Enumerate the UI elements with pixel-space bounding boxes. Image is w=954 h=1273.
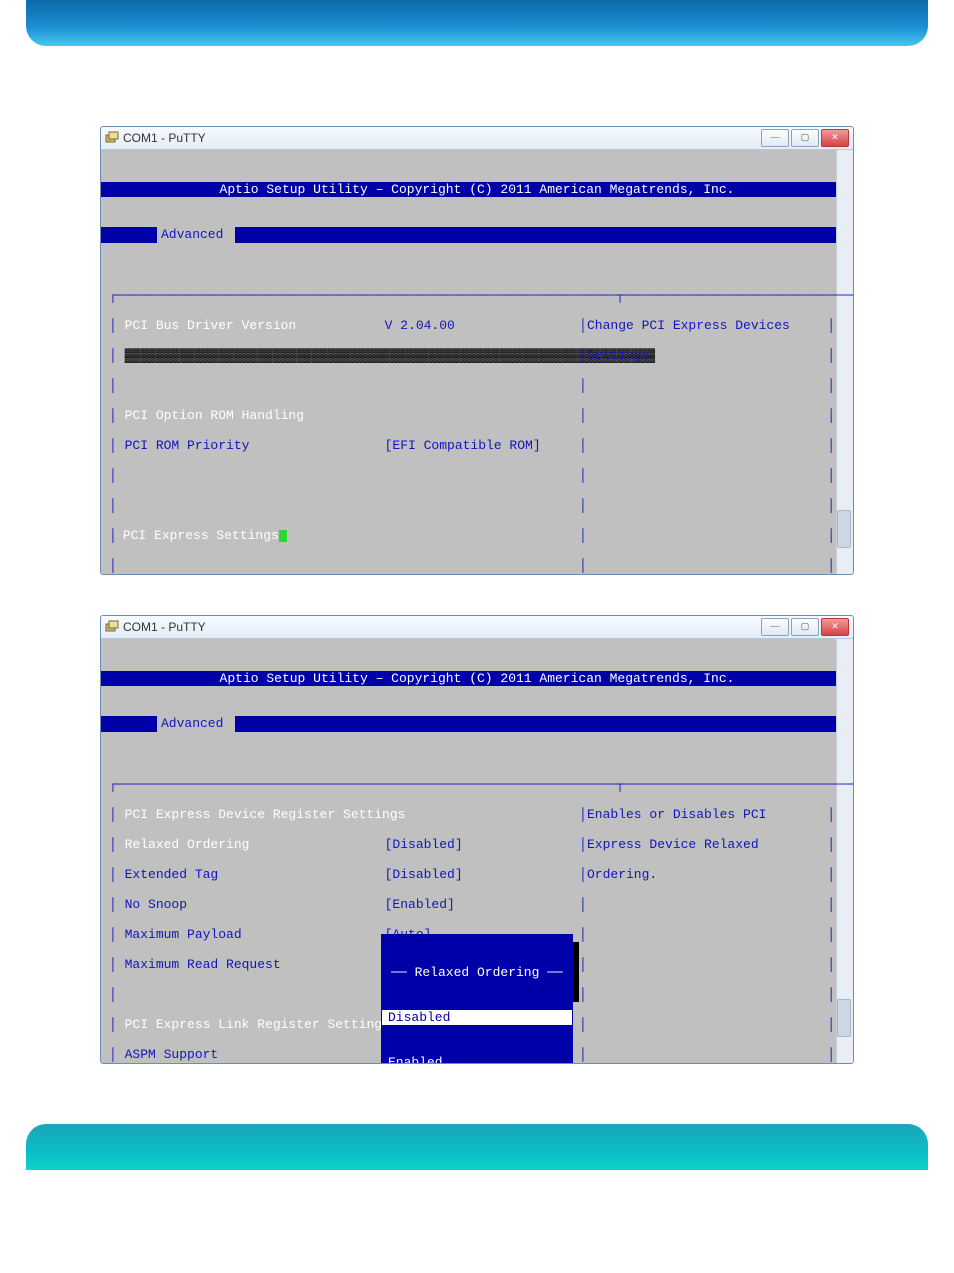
- minimize-button[interactable]: —: [761, 129, 789, 147]
- section-link-register: PCI Express Link Register Settings: [125, 1017, 390, 1032]
- label-pci-bus-driver: PCI Bus Driver Version: [125, 318, 385, 333]
- page-header-band: [26, 0, 928, 46]
- bios-header-2: Aptio Setup Utility – Copyright (C) 2011…: [101, 671, 853, 686]
- putty-window-1: COM1 - PuTTY — ▢ ✕ Aptio Setup Utility –…: [100, 126, 854, 575]
- titlebar[interactable]: COM1 - PuTTY — ▢ ✕: [101, 127, 853, 150]
- value-pci-rom-priority[interactable]: [EFI Compatible ROM]: [385, 438, 541, 453]
- popup-title: ── Relaxed Ordering ──: [382, 965, 572, 980]
- label-pci-option-rom: PCI Option ROM Handling: [125, 408, 385, 423]
- close-button[interactable]: ✕: [821, 129, 849, 147]
- value-relaxed-ordering[interactable]: [Disabled]: [385, 837, 463, 852]
- maximize-button[interactable]: ▢: [791, 129, 819, 147]
- putty-icon: [105, 620, 119, 634]
- tab-advanced-2[interactable]: Advanced: [157, 716, 235, 732]
- label-pci-rom-priority[interactable]: PCI ROM Priority: [125, 438, 385, 453]
- item-no-snoop[interactable]: No Snoop: [125, 897, 385, 912]
- popup-relaxed-ordering: ── Relaxed Ordering ── Disabled Enabled …: [381, 934, 573, 1064]
- help2-1: Enables or Disables PCI: [587, 807, 766, 822]
- item-max-read-request[interactable]: Maximum Read Request: [125, 957, 385, 972]
- page-footer-band: [26, 1124, 928, 1170]
- item-max-payload[interactable]: Maximum Payload: [125, 927, 385, 942]
- popup-option-enabled[interactable]: Enabled: [382, 1055, 572, 1064]
- item-aspm[interactable]: ASPM Support: [125, 1047, 385, 1062]
- tab-row: Advanced: [101, 227, 853, 243]
- item-pci-express-settings[interactable]: │ PCI Express Settings││: [109, 528, 835, 543]
- value-extended-tag[interactable]: [Disabled]: [385, 867, 463, 882]
- item-relaxed-ordering[interactable]: Relaxed Ordering: [125, 837, 385, 852]
- help-line-1: Change PCI Express Devices: [587, 318, 790, 333]
- help2-2: Express Device Relaxed: [587, 837, 759, 852]
- cursor-icon: [279, 530, 287, 542]
- popup-option-disabled[interactable]: Disabled: [382, 1010, 572, 1025]
- section-device-register: PCI Express Device Register Settings: [125, 807, 406, 822]
- item-extended-tag[interactable]: Extended Tag: [125, 867, 385, 882]
- maximize-button[interactable]: ▢: [791, 618, 819, 636]
- blockbar: ▓▓▓▓▓▓▓▓▓▓▓▓▓▓▓▓▓▓▓▓▓▓▓▓▓▓▓▓▓▓▓▓▓▓▓▓▓▓▓▓…: [125, 348, 656, 363]
- value-pci-bus-driver: V 2.04.00: [385, 318, 455, 333]
- help-line-2: Settings.: [587, 348, 657, 363]
- value-no-snoop[interactable]: [Enabled]: [385, 897, 455, 912]
- window-title-2: COM1 - PuTTY: [123, 620, 206, 634]
- putty-window-2: COM1 - PuTTY — ▢ ✕ Aptio Setup Utility –…: [100, 615, 854, 1064]
- minimize-button[interactable]: —: [761, 618, 789, 636]
- help2-3: Ordering.: [587, 867, 657, 882]
- window-title: COM1 - PuTTY: [123, 131, 206, 145]
- tab-row-2: Advanced: [101, 716, 853, 732]
- tab-advanced[interactable]: Advanced: [157, 227, 235, 243]
- titlebar-2[interactable]: COM1 - PuTTY — ▢ ✕: [101, 616, 853, 639]
- putty-icon: [105, 131, 119, 145]
- close-button[interactable]: ✕: [821, 618, 849, 636]
- bios-header: Aptio Setup Utility – Copyright (C) 2011…: [101, 182, 853, 197]
